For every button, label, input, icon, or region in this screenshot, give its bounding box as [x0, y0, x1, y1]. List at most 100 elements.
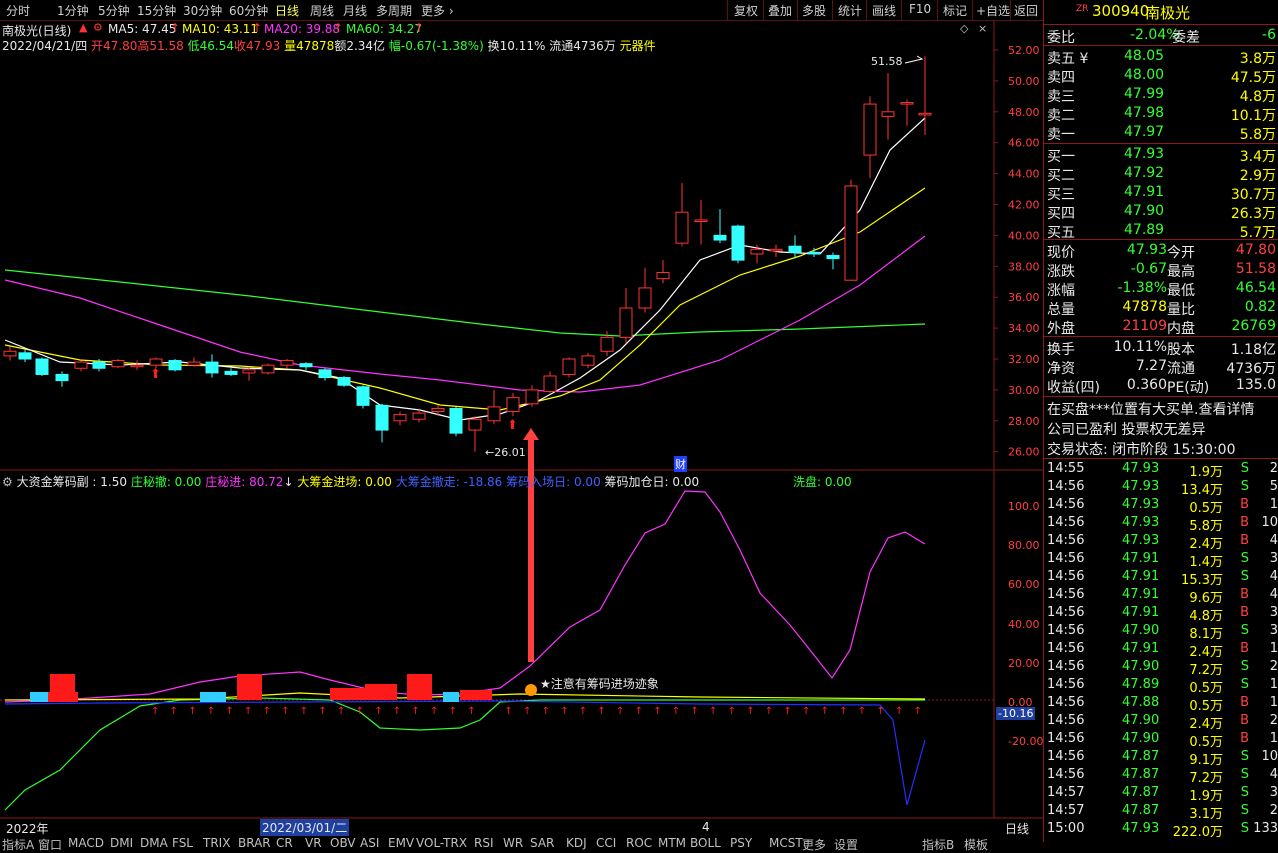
candle-body[interactable] — [619, 307, 633, 338]
candle-body[interactable] — [111, 360, 125, 368]
candle-body[interactable] — [412, 412, 426, 420]
candle-body[interactable] — [242, 369, 256, 374]
indicator-b-tab-1[interactable]: 模板 — [964, 836, 988, 853]
candle-body[interactable] — [92, 361, 106, 369]
price-axis-tick: 46.00 — [1008, 137, 1040, 150]
candle-body[interactable] — [375, 404, 389, 431]
tick-price: 47.87 — [1122, 749, 1160, 764]
chip-bar — [237, 674, 262, 700]
indicator-tab-22[interactable]: PSY — [730, 836, 752, 850]
tick-side: B — [1240, 587, 1249, 602]
indicator-tab-25[interactable]: 设置 — [834, 836, 858, 853]
chip-entry-arrow-icon — [523, 428, 539, 662]
indicator-tab-17[interactable]: KDJ — [566, 836, 587, 850]
bid-row: 买三 47.91 30.7万 — [1044, 183, 1278, 203]
sub-indicator-icon[interactable]: ⚙ — [2, 475, 13, 489]
indicator-b-tab-0[interactable]: 指标B — [922, 836, 954, 853]
candle-body[interactable] — [900, 102, 914, 105]
fund-value: 7.27 — [1135, 358, 1167, 374]
candle-body[interactable] — [280, 360, 294, 366]
candle-body[interactable] — [750, 248, 764, 255]
tick-time: 14:56 — [1047, 713, 1085, 728]
indicator-tab-16[interactable]: SAR — [530, 836, 554, 850]
indicator-tab-21[interactable]: BOLL — [690, 836, 721, 850]
candle-body[interactable] — [769, 248, 783, 252]
candle-body[interactable] — [224, 370, 238, 375]
candle-body[interactable] — [468, 418, 482, 431]
candle-body[interactable] — [55, 373, 69, 382]
sub-axis-tick: 20.00 — [1008, 657, 1040, 670]
candle-body[interactable] — [600, 336, 614, 352]
candle-body[interactable] — [130, 364, 144, 368]
candle-body[interactable] — [788, 245, 802, 253]
indicator-tab-12[interactable]: EMV — [388, 836, 414, 850]
indicator-tab-2[interactable]: MACD — [68, 836, 104, 850]
candle-body[interactable] — [918, 112, 932, 116]
indicator-tab-15[interactable]: WR — [503, 836, 523, 850]
candle-body[interactable] — [18, 352, 32, 360]
candle-body[interactable] — [393, 414, 407, 422]
tick-time: 15:00 — [1047, 821, 1085, 836]
indicator-tab-3[interactable]: DMI — [110, 836, 133, 850]
candle-body[interactable] — [543, 375, 557, 392]
candle-body[interactable] — [826, 254, 840, 260]
candle-body[interactable] — [187, 361, 201, 366]
kline-chart[interactable]: 52.00 50.00 48.00 46.00 44.00 42.00 40.00 38.00… — [0, 0, 1043, 842]
indicator-tab-18[interactable]: CCI — [596, 836, 616, 850]
candle-body[interactable] — [863, 103, 877, 156]
indicator-tab-13[interactable]: VOL-TRX — [416, 836, 467, 850]
indicator-tab-0[interactable]: 指标A — [2, 836, 34, 853]
candle-body[interactable] — [168, 360, 182, 371]
stat-label-2: 最高 — [1167, 264, 1195, 280]
indicator-tab-9[interactable]: VR — [305, 836, 322, 850]
candle-body[interactable] — [149, 358, 163, 366]
candle-body[interactable] — [525, 389, 539, 405]
candle-body[interactable] — [638, 287, 652, 309]
candle-body[interactable] — [299, 363, 313, 368]
candle-body[interactable] — [881, 111, 895, 117]
sub-signal-arrow-icon: ↑ — [356, 706, 364, 717]
indicator-tab-7[interactable]: BRAR — [238, 836, 271, 850]
candle-body[interactable] — [487, 406, 501, 422]
candle-body[interactable] — [356, 386, 370, 406]
candle-body[interactable] — [807, 251, 821, 255]
candle-body[interactable] — [35, 358, 49, 375]
indicator-tab-4[interactable]: DMA — [140, 836, 168, 850]
indicator-tab-23[interactable]: MCST — [769, 836, 803, 850]
indicator-tab-14[interactable]: RSI — [474, 836, 494, 850]
bigorder-note-row[interactable]: 在买盘***位置有大买单.查看详情 — [1044, 398, 1278, 419]
candle-body[interactable] — [731, 225, 745, 261]
bid-volume: 2.9万 — [1239, 168, 1276, 184]
candle-body[interactable] — [449, 407, 463, 434]
candle-body[interactable] — [74, 361, 88, 369]
indicator-tab-19[interactable]: ROC — [626, 836, 652, 850]
indicator-tab-20[interactable]: MTM — [658, 836, 686, 850]
indicator-tab-11[interactable]: ASI — [360, 836, 379, 850]
candle-body[interactable] — [713, 234, 727, 241]
chip-bar — [46, 692, 78, 702]
candle-body[interactable] — [431, 407, 445, 413]
finance-marker-icon[interactable]: 财 — [674, 456, 687, 472]
candle-body[interactable] — [656, 271, 670, 280]
stat-value-2: 47.80 — [1235, 242, 1276, 258]
candle-body[interactable] — [318, 369, 332, 379]
candle-body[interactable] — [562, 358, 576, 375]
candle-body[interactable] — [844, 185, 858, 281]
bid-row: 买一 47.93 3.4万 — [1044, 145, 1278, 165]
candle-body[interactable] — [205, 361, 219, 374]
candle-body[interactable] — [694, 219, 708, 222]
indicator-tab-6[interactable]: TRIX — [203, 836, 230, 850]
indicator-tab-1[interactable]: 窗口 — [38, 836, 62, 853]
indicator-tab-24[interactable]: 更多 — [802, 836, 826, 853]
bigorder-note[interactable]: 在买盘***位置有大买单.查看详情 — [1047, 399, 1254, 419]
indicator-tab-5[interactable]: FSL — [172, 836, 193, 850]
candle-body[interactable] — [337, 377, 351, 386]
candle-body[interactable] — [675, 211, 689, 244]
indicator-tab-8[interactable]: CR — [276, 836, 293, 850]
candle-body[interactable] — [581, 355, 595, 366]
candle-body[interactable] — [261, 364, 275, 374]
candle-body[interactable] — [506, 397, 520, 413]
indicator-tab-10[interactable]: OBV — [330, 836, 356, 850]
sub-signal-arrow-icon: ↑ — [467, 706, 475, 717]
candle-body[interactable] — [3, 350, 17, 357]
